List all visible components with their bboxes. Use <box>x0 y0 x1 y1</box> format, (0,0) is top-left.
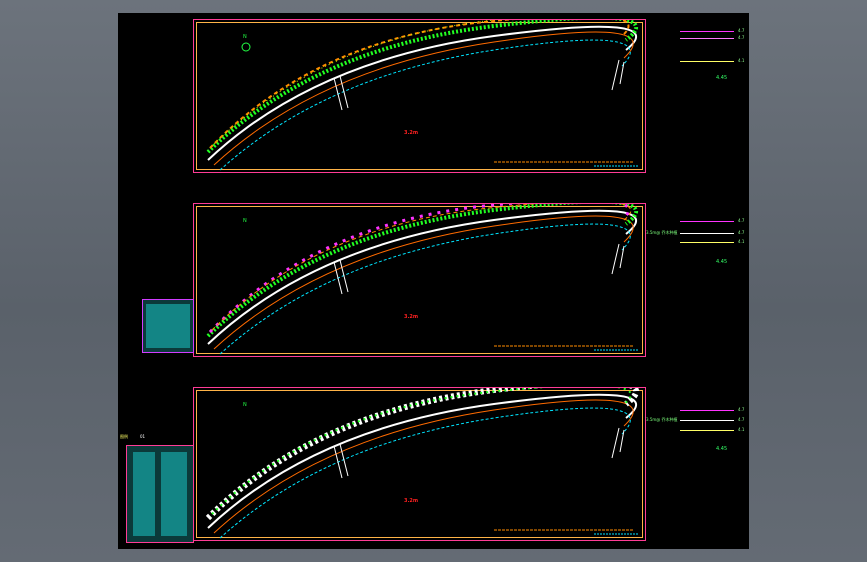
center-tag: 3.2m <box>404 130 419 136</box>
legend-line <box>680 242 734 243</box>
side-note: 3.5m@ 乔木种植 <box>646 417 678 422</box>
legend-value: 4.7 <box>738 218 745 223</box>
legend-value: 4.7 <box>738 28 745 33</box>
scale-text: 4.45 <box>716 446 728 452</box>
scale-text: 4.45 <box>716 259 728 265</box>
north-arrow-icon: N <box>243 218 247 224</box>
cad-model-space[interactable]: N 3.2m N 3.2m N 3.2m 4.7 4.7 4.1 4.45 3.… <box>118 13 749 549</box>
drawing-sheet-2[interactable]: N 3.2m <box>193 203 646 357</box>
legend-line <box>680 430 734 431</box>
table-cell <box>161 452 187 536</box>
legend-value: 4.7 <box>738 35 745 40</box>
table-cell <box>146 304 190 348</box>
center-tag: 3.2m <box>404 498 419 504</box>
legend-value: 4.1 <box>738 58 745 63</box>
legend-value: 4.1 <box>738 427 745 432</box>
side-note: 3.5m@ 乔木种植 <box>646 230 678 235</box>
legend-table-label: 图例 <box>120 434 128 439</box>
legend-line <box>680 233 734 234</box>
plant-schedule-table[interactable] <box>142 299 194 353</box>
legend-line <box>680 410 734 411</box>
legend-value: 4.7 <box>738 230 745 235</box>
legend-line <box>680 31 734 32</box>
scale-text: 4.45 <box>716 75 728 81</box>
north-arrow-icon: N <box>243 402 247 408</box>
legend-value: 4.1 <box>738 239 745 244</box>
center-tag: 3.2m <box>404 314 419 320</box>
plan-drawing <box>206 204 639 355</box>
plan-drawing <box>206 20 639 171</box>
legend-line <box>680 221 734 222</box>
drawing-sheet-3[interactable]: N 3.2m <box>193 387 646 541</box>
legend-value: 4.7 <box>738 407 745 412</box>
legend-line <box>680 61 734 62</box>
legend-line <box>680 420 734 421</box>
plan-drawing <box>205 388 640 539</box>
drawing-sheet-1[interactable]: N 3.2m <box>193 19 646 173</box>
legend-line <box>680 38 734 39</box>
legend-table-tag: 01 <box>140 434 146 439</box>
north-arrow-icon: N <box>243 34 247 40</box>
legend-value: 4.7 <box>738 417 745 422</box>
legend-table[interactable] <box>126 445 194 543</box>
table-cell <box>133 452 155 536</box>
